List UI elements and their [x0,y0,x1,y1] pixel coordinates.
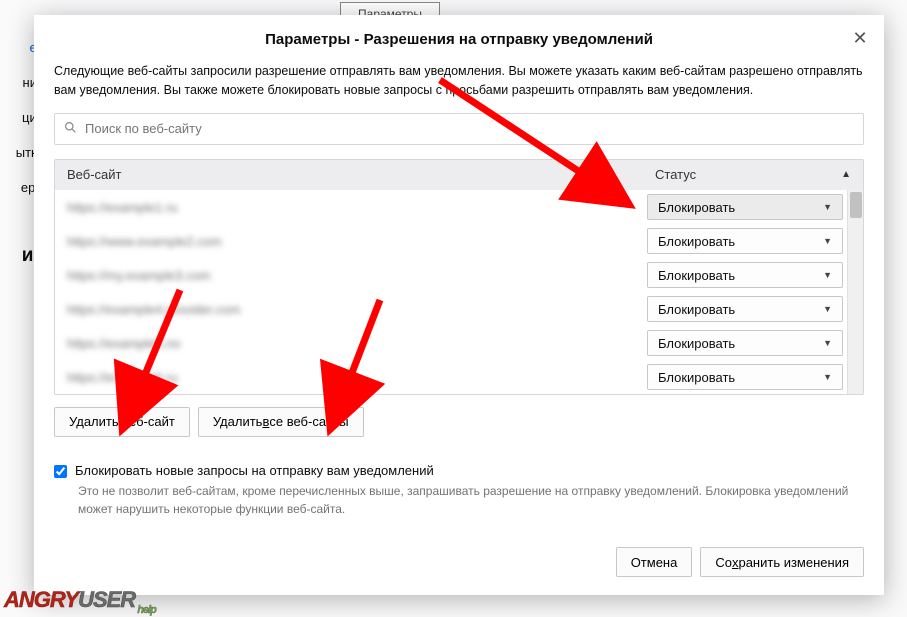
dialog-description: Следующие веб-сайты запросили разрешение… [54,62,864,101]
status-select[interactable]: Блокировать▼ [647,364,843,390]
chevron-down-icon: ▼ [823,270,832,280]
notification-permissions-dialog: Параметры - Разрешения на отправку уведо… [34,15,884,595]
watermark: ANGRYUSERhelp [4,587,156,613]
sort-arrow-icon: ▲ [841,169,851,180]
search-input[interactable] [85,121,853,136]
status-select[interactable]: Блокировать▼ [647,228,843,254]
permissions-table: Веб-сайт Статус ▲ https://example1.ru Бл… [54,159,864,395]
remove-all-sites-button[interactable]: Удалить все веб-сайты [198,407,364,437]
chevron-down-icon: ▼ [823,202,832,212]
cancel-button[interactable]: Отмена [616,547,693,577]
block-new-requests-label[interactable]: Блокировать новые запросы на отправку ва… [75,463,434,478]
chevron-down-icon: ▼ [823,304,832,314]
table-row[interactable]: https://example6.ru Блокировать▼ [55,360,847,394]
scrollbar-thumb[interactable] [850,192,862,218]
block-new-requests-checkbox[interactable] [54,465,67,478]
search-icon [64,121,77,137]
chevron-down-icon: ▼ [823,338,832,348]
save-button[interactable]: Сохранить изменения [700,547,864,577]
status-select[interactable]: Блокировать▼ [647,194,843,220]
table-row[interactable]: https://www.example2.com Блокировать▼ [55,224,847,258]
table-row[interactable]: https://example5.no Блокировать▼ [55,326,847,360]
table-row[interactable]: https://example1.ru Блокировать▼ [55,190,847,224]
status-select[interactable]: Блокировать▼ [647,330,843,356]
chevron-down-icon: ▼ [823,372,832,382]
column-header-site[interactable]: Веб-сайт [55,167,643,182]
search-input-wrap [54,113,864,145]
scrollbar[interactable] [847,190,863,394]
close-icon[interactable]: ✕ [850,29,870,49]
status-select[interactable]: Блокировать▼ [647,262,843,288]
table-row[interactable]: https://my.example3.com Блокировать▼ [55,258,847,292]
chevron-down-icon: ▼ [823,236,832,246]
status-select[interactable]: Блокировать▼ [647,296,843,322]
dialog-title: Параметры - Разрешения на отправку уведо… [265,31,653,48]
table-row[interactable]: https://example4.provider.com Блокироват… [55,292,847,326]
column-header-status[interactable]: Статус ▲ [643,167,863,182]
block-new-requests-hint: Это не позволит веб-сайтам, кроме перечи… [78,482,864,518]
remove-site-button[interactable]: Удалить веб-сайт [54,407,190,437]
